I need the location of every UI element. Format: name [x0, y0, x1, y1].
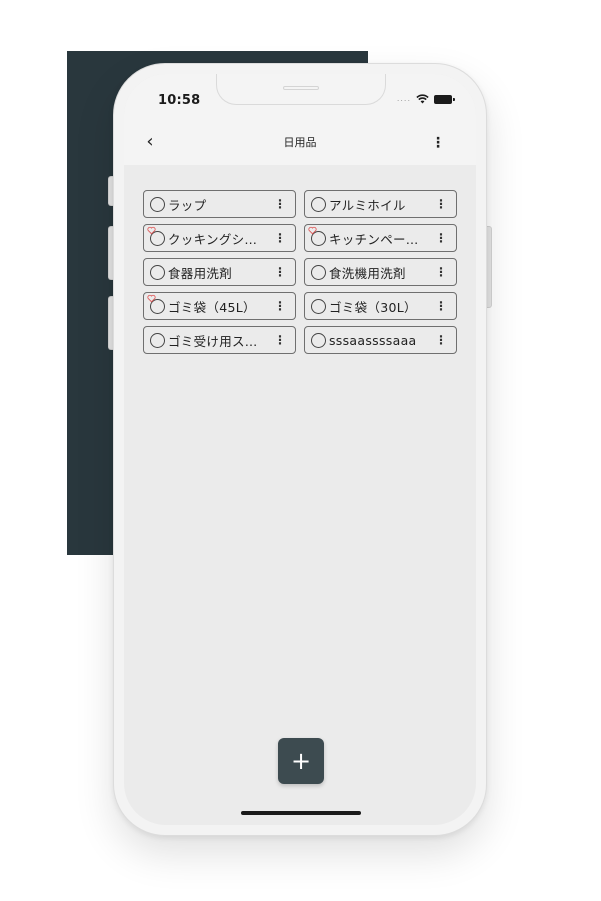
item-menu-button[interactable]: ⋮: [434, 231, 448, 245]
item-label: sssaassssaaa: [329, 332, 417, 348]
home-indicator: [241, 811, 361, 815]
item-menu-button[interactable]: ⋮: [273, 231, 287, 245]
notch: [216, 74, 386, 105]
item-label: 食器用洗剤: [168, 265, 233, 281]
speaker: [283, 86, 319, 90]
more-menu-button[interactable]: ⋮: [430, 131, 446, 155]
favorite-heart-icon: [147, 294, 156, 303]
item-menu-button[interactable]: ⋮: [434, 265, 448, 279]
battery-icon: [434, 94, 455, 104]
navigation-bar: ‹ 日用品 ⋮: [124, 120, 476, 165]
item-menu-button[interactable]: ⋮: [273, 265, 287, 279]
item-checkbox[interactable]: [150, 332, 165, 348]
item-menu-button[interactable]: ⋮: [434, 333, 448, 347]
status-bar: 10:58 ....: [124, 74, 476, 120]
list-item[interactable]: ゴミ袋（45L） ⋮: [143, 292, 296, 320]
wifi-icon: [416, 94, 429, 104]
page-title: 日用品: [283, 136, 317, 149]
item-menu-button[interactable]: ⋮: [273, 299, 287, 313]
item-label: ラップ: [168, 197, 207, 213]
item-menu-button[interactable]: ⋮: [273, 333, 287, 347]
list-item[interactable]: ゴミ受け用ス… ⋮: [143, 326, 296, 354]
add-item-button[interactable]: +: [278, 738, 324, 784]
item-checkbox[interactable]: [150, 196, 165, 212]
item-label: ゴミ受け用ス…: [168, 333, 258, 349]
app-screen: 10:58 .... ‹ 日用品 ⋮ ラップ ⋮ アルミホイル ⋮ クッキングシ… ⋮ キッ…: [124, 74, 476, 825]
item-label: クッキングシ…: [168, 231, 258, 247]
list-item[interactable]: 食洗機用洗剤 ⋮: [304, 258, 457, 286]
status-icons: ....: [396, 94, 455, 104]
item-label: キッチンペー…: [329, 231, 419, 247]
list-item[interactable]: 食器用洗剤 ⋮: [143, 258, 296, 286]
list-item[interactable]: ラップ ⋮: [143, 190, 296, 218]
item-checkbox[interactable]: [311, 264, 326, 280]
item-checkbox[interactable]: [150, 264, 165, 280]
item-label: アルミホイル: [329, 197, 406, 213]
status-time: 10:58: [158, 93, 201, 108]
item-grid: ラップ ⋮ アルミホイル ⋮ クッキングシ… ⋮ キッチンペー… ⋮ 食器用洗剤 ⋮ 食洗機用洗剤 ⋮…: [143, 190, 457, 354]
favorite-heart-icon: [308, 226, 317, 235]
signal-icon: ....: [396, 94, 411, 103]
favorite-heart-icon: [147, 226, 156, 235]
list-item[interactable]: キッチンペー… ⋮: [304, 224, 457, 252]
item-menu-button[interactable]: ⋮: [273, 197, 287, 211]
item-label: 食洗機用洗剤: [329, 265, 406, 281]
item-checkbox[interactable]: [311, 196, 326, 212]
item-label: ゴミ袋（30L）: [329, 299, 417, 315]
list-item[interactable]: アルミホイル ⋮: [304, 190, 457, 218]
item-checkbox[interactable]: [311, 332, 326, 348]
item-menu-button[interactable]: ⋮: [434, 197, 448, 211]
list-item[interactable]: ゴミ袋（30L） ⋮: [304, 292, 457, 320]
item-label: ゴミ袋（45L）: [168, 299, 256, 315]
item-menu-button[interactable]: ⋮: [434, 299, 448, 313]
list-item[interactable]: クッキングシ… ⋮: [143, 224, 296, 252]
item-checkbox[interactable]: [311, 298, 326, 314]
list-item[interactable]: sssaassssaaa ⋮: [304, 326, 457, 354]
